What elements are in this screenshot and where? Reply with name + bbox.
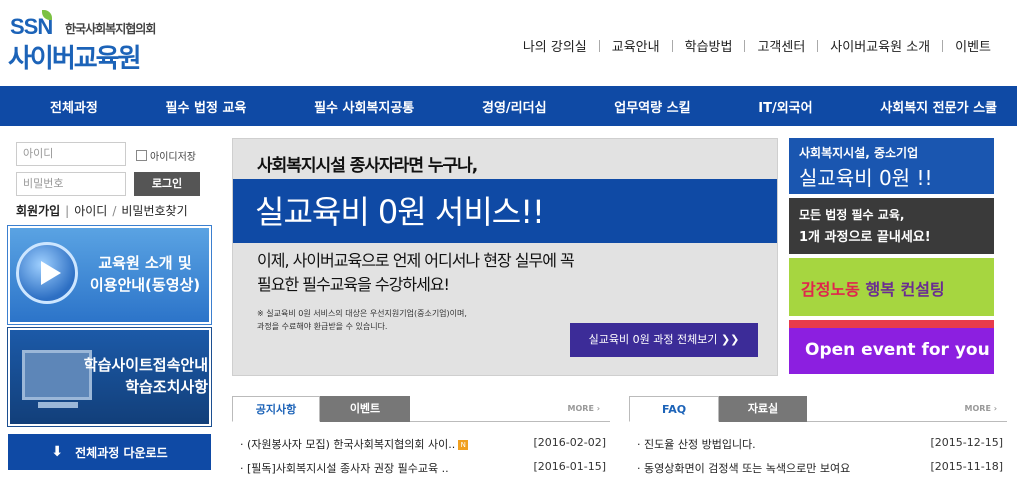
promo-body-line2: 필요한 필수교육을 수강하세요! bbox=[257, 275, 450, 294]
notice-list: · (자원봉사자 모집) 한국사회복지협의회 사이.. N [2016-02-02… bbox=[232, 432, 610, 478]
download-label: 전체과정 다운로드 bbox=[75, 445, 168, 460]
list-item[interactable]: · 동영상화면이 검정색 또는 녹색으로만 보여요 [2015-11-18] bbox=[629, 456, 1007, 478]
id-input[interactable]: 아이디 bbox=[16, 142, 126, 166]
login-box: 아이디 비밀번호 아이디저장 로그인 회원가입 | 아이디 / 비밀번호찾기 bbox=[8, 138, 211, 224]
list-item-date: [2016-01-15] bbox=[533, 460, 606, 473]
logo-cyber: 사이버교육원 bbox=[8, 44, 142, 74]
promo-heading: 사회복지시설 종사자라면 누구나, bbox=[257, 156, 478, 176]
faq-tabs: FAQ 자료실 MORE › bbox=[629, 396, 1007, 422]
intro-video-banner[interactable]: 교육원 소개 및 이용안내(동영상) bbox=[7, 225, 212, 325]
promo-note-line1: ※ 실교육비 0원 서비스의 대상은 우선지원기업(중소기업)이며, bbox=[257, 309, 467, 318]
double-chevron-icon: ❯❯ bbox=[720, 333, 740, 346]
guide-banner-line2: 학습조치사항 bbox=[125, 378, 208, 396]
topnav-study-method[interactable]: 학습방법 bbox=[673, 36, 745, 55]
video-banner-line2: 이용안내(동영상) bbox=[89, 276, 201, 294]
gnb-it-language[interactable]: IT/외국어 bbox=[758, 97, 812, 116]
list-item-date: [2015-12-15] bbox=[930, 436, 1003, 449]
list-item[interactable]: · 진도율 산정 방법입니다. [2015-12-15] bbox=[629, 432, 1007, 456]
zero-cost-side-banner[interactable]: 사회복지시설, 중소기업 실교육비 0원 !! bbox=[789, 138, 994, 194]
topnav-customer-center[interactable]: 고객센터 bbox=[745, 36, 817, 55]
faq-list: · 진도율 산정 방법입니다. [2015-12-15] · 동영상화면이 검정… bbox=[629, 432, 1007, 478]
guide-banner-line1: 학습사이트접속안내 bbox=[83, 356, 208, 374]
faq-more-link[interactable]: MORE › bbox=[965, 404, 997, 413]
header: SSN 한국사회복지협의회 사이버교육원 나의 강의실 교육안내 학습방법 고객… bbox=[0, 0, 1017, 86]
download-icon: ⬇ bbox=[51, 444, 64, 460]
play-icon bbox=[16, 242, 78, 304]
checkbox-icon[interactable] bbox=[136, 150, 147, 161]
notice-tabs: 공지사항 이벤트 MORE › bbox=[232, 396, 610, 422]
rb3-line2: 행복 컨설팅 bbox=[865, 280, 945, 299]
logo[interactable]: SSN 한국사회복지협의회 사이버교육원 bbox=[8, 10, 178, 74]
banner-accent-bar bbox=[789, 320, 994, 328]
tab-event[interactable]: 이벤트 bbox=[320, 396, 410, 422]
faq-board: FAQ 자료실 MORE › · 진도율 산정 방법입니다. [2015-12-… bbox=[629, 396, 1007, 478]
main-nav: 전체과정 필수 법정 교육 필수 사회복지공통 경영/리더십 업무역량 스킬 I… bbox=[0, 86, 1017, 126]
rb2-line2: 1개 과정으로 끝내세요! bbox=[799, 230, 931, 245]
monitor-stand bbox=[38, 402, 78, 408]
notice-board: 공지사항 이벤트 MORE › · (자원봉사자 모집) 한국사회복지협의회 사… bbox=[232, 396, 610, 478]
find-id-link[interactable]: 아이디 bbox=[74, 202, 107, 219]
list-item-date: [2015-11-18] bbox=[930, 460, 1003, 473]
top-nav: 나의 강의실 교육안내 학습방법 고객센터 사이버교육원 소개 이벤트 bbox=[511, 36, 1003, 55]
open-event-banner[interactable]: Open event for you bbox=[789, 320, 994, 374]
password-input[interactable]: 비밀번호 bbox=[16, 172, 126, 196]
new-badge: N bbox=[458, 440, 469, 450]
promo-note: ※ 실교육비 0원 서비스의 대상은 우선지원기업(중소기업)이며, 과정을 수… bbox=[257, 307, 557, 333]
rb1-line2: 실교육비 0원 !! bbox=[799, 166, 933, 190]
gnb-leadership[interactable]: 경영/리더십 bbox=[482, 97, 547, 116]
topnav-edu-info[interactable]: 교육안내 bbox=[600, 36, 672, 55]
list-item-date: [2016-02-02] bbox=[533, 436, 606, 449]
open-event-label: Open event for you bbox=[805, 340, 990, 360]
gnb-all-courses[interactable]: 전체과정 bbox=[50, 97, 98, 116]
logo-org: 한국사회복지협의회 bbox=[65, 22, 156, 36]
save-id-checkbox[interactable]: 아이디저장 bbox=[136, 148, 196, 163]
find-pw-link[interactable]: 비밀번호찾기 bbox=[121, 202, 187, 219]
tab-notice[interactable]: 공지사항 bbox=[232, 396, 320, 422]
promo-body: 이제, 사이버교육으로 언제 어디서나 현장 실무에 꼭 필요한 필수교육을 수… bbox=[257, 249, 677, 297]
gnb-expert-school[interactable]: 사회복지 전문가 스쿨 bbox=[880, 97, 997, 116]
emotional-labor-banner[interactable]: 감정노동 행복 컨설팅 bbox=[789, 258, 994, 316]
promo-title-strip: 실교육비 0원 서비스!! bbox=[233, 179, 777, 243]
access-guide-banner[interactable]: 학습사이트접속안내 학습조치사항 bbox=[7, 327, 212, 427]
main-promo-banner[interactable]: 사회복지시설 종사자라면 누구나, 실교육비 0원 서비스!! 이제, 사이버교… bbox=[232, 138, 778, 376]
promo-note-line2: 과정을 수료해야 환급받을 수 있습니다. bbox=[257, 322, 388, 331]
legal-edu-side-banner[interactable]: 모든 법정 필수 교육, 1개 과정으로 끝내세요! bbox=[789, 198, 994, 254]
tab-archive[interactable]: 자료실 bbox=[719, 396, 807, 422]
promo-body-line1: 이제, 사이버교육으로 언제 어디서나 현장 실무에 꼭 bbox=[257, 251, 575, 270]
topnav-about[interactable]: 사이버교육원 소개 bbox=[818, 36, 942, 55]
gnb-skills[interactable]: 업무역량 스킬 bbox=[614, 97, 690, 116]
notice-more-link[interactable]: MORE › bbox=[568, 404, 600, 413]
promo-button-label: 실교육비 0원 과정 전체보기 bbox=[588, 333, 718, 346]
rb2-line1: 모든 법정 필수 교육, bbox=[799, 208, 905, 222]
rb3-line1: 감정노동 bbox=[801, 280, 860, 299]
list-item[interactable]: · (자원봉사자 모집) 한국사회복지협의회 사이.. N [2016-02-02… bbox=[232, 432, 610, 456]
tab-faq[interactable]: FAQ bbox=[629, 396, 719, 422]
topnav-my-classroom[interactable]: 나의 강의실 bbox=[511, 36, 599, 55]
view-zero-cost-courses-button[interactable]: 실교육비 0원 과정 전체보기 ❯❯ bbox=[570, 323, 758, 357]
gnb-legal-edu[interactable]: 필수 법정 교육 bbox=[166, 97, 247, 116]
login-button[interactable]: 로그인 bbox=[134, 172, 200, 196]
rb1-line1: 사회복지시설, 중소기업 bbox=[799, 146, 919, 160]
download-all-courses-button[interactable]: ⬇ 전체과정 다운로드 bbox=[8, 434, 211, 470]
login-links: 회원가입 | 아이디 / 비밀번호찾기 bbox=[16, 202, 188, 219]
list-item[interactable]: · [필독]사회복지시설 종사자 권장 필수교육 .. [2016-01-15] bbox=[232, 456, 610, 478]
video-banner-line1: 교육원 소개 및 bbox=[98, 254, 192, 272]
gnb-social-common[interactable]: 필수 사회복지공통 bbox=[314, 97, 414, 116]
topnav-event[interactable]: 이벤트 bbox=[943, 36, 1003, 55]
save-id-label: 아이디저장 bbox=[150, 152, 196, 163]
promo-title: 실교육비 0원 서비스!! bbox=[255, 193, 545, 231]
join-link[interactable]: 회원가입 bbox=[16, 202, 60, 219]
